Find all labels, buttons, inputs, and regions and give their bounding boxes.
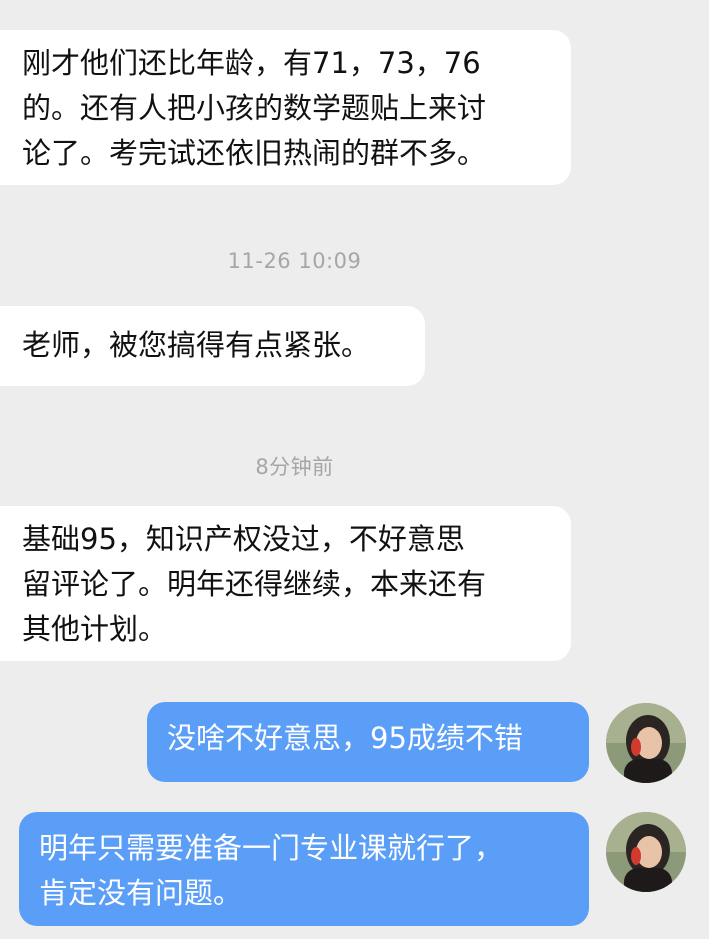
avatar-photo-icon — [606, 812, 686, 892]
message-bubble-outgoing[interactable]: 明年只需要准备一门专业课就行了， 肯定没有问题。 — [19, 812, 589, 926]
message-bubble-incoming[interactable]: 老师，被您搞得有点紧张。 — [0, 306, 425, 386]
message-timestamp: 8分钟前 — [255, 455, 334, 479]
avatar-photo-icon — [606, 703, 686, 783]
message-bubble-incoming[interactable]: 基础95，知识产权没过，不好意思 留评论了。明年还得继续，本来还有 其他计划。 — [0, 506, 571, 661]
user-avatar[interactable] — [606, 703, 686, 783]
message-bubble-outgoing[interactable]: 没啥不好意思，95成绩不错 — [147, 702, 589, 782]
message-timestamp: 11-26 10:09 — [227, 249, 362, 273]
chat-conversation: 刚才他们还比年龄，有71，73，76 的。还有人把小孩的数学题贴上来讨 论了。考… — [0, 0, 709, 939]
message-bubble-incoming[interactable]: 刚才他们还比年龄，有71，73，76 的。还有人把小孩的数学题贴上来讨 论了。考… — [0, 30, 571, 185]
user-avatar[interactable] — [606, 812, 686, 892]
